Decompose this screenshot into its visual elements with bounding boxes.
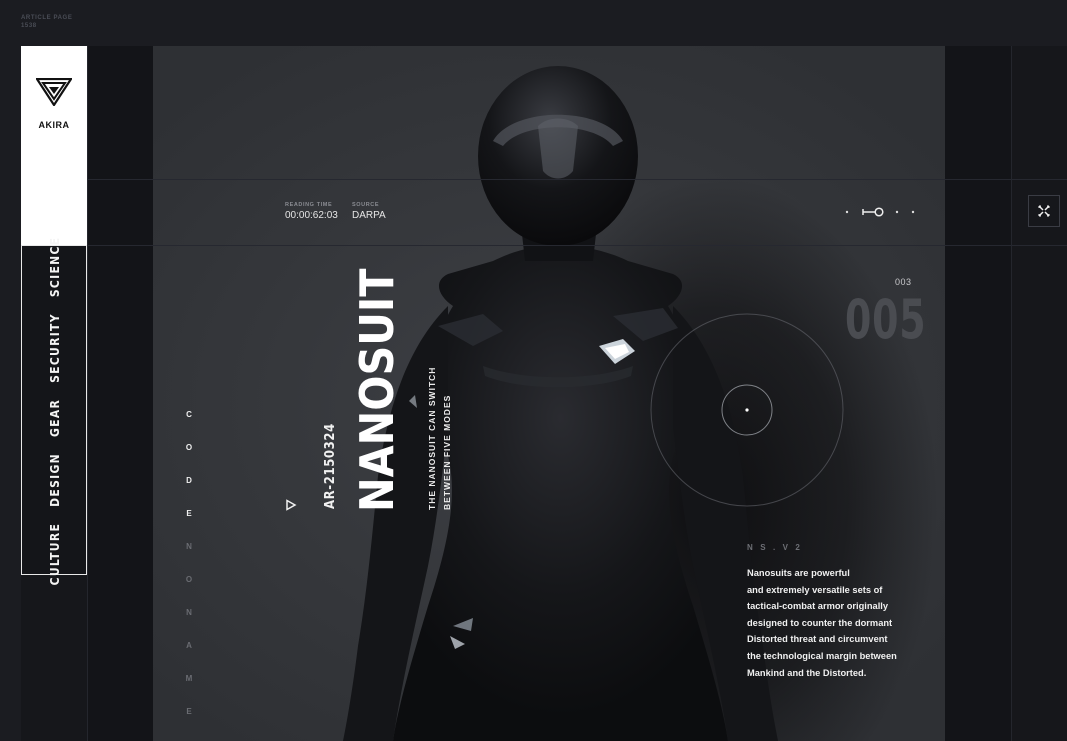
body-section-label: N S . V 2 xyxy=(747,543,803,552)
sidebar-nav: CULTURE DESIGN GEAR SECURITY SCIENCE xyxy=(21,237,87,585)
close-x-icon xyxy=(1038,205,1050,217)
codename-letter: E xyxy=(186,509,192,518)
article-body: Nanosuits are powerful and extremely ver… xyxy=(747,565,937,681)
nav-item-gear[interactable]: GEAR xyxy=(48,399,62,437)
body-line: Mankind and the Distorted. xyxy=(747,667,867,678)
codename-letter: D xyxy=(186,476,192,485)
codename-letter: A xyxy=(186,641,192,650)
codename-letter: M xyxy=(185,674,193,683)
source: SOURCE DARPA xyxy=(352,201,386,223)
codename-vertical: C O D E N O N A M E xyxy=(183,398,195,728)
slide-progress-slider[interactable] xyxy=(844,206,916,218)
source-label: SOURCE xyxy=(352,202,380,208)
codename-letter: N xyxy=(186,608,192,617)
page-caption: ARTICLE PAGE 1538 xyxy=(21,14,72,30)
close-button[interactable] xyxy=(1028,195,1060,227)
body-line: designed to counter the dormant xyxy=(747,617,893,628)
brand-name: AKIRA xyxy=(38,120,70,130)
nav-item-design[interactable]: DESIGN xyxy=(48,453,62,507)
nav-item-security[interactable]: SECURITY xyxy=(48,313,62,383)
page-caption-number: 1538 xyxy=(21,23,37,29)
target-ring-graphic xyxy=(650,313,844,507)
article-subtitle-line: THE NANOSUIT CAN SWITCH xyxy=(427,366,437,510)
reading-time-value: 00:00:62:03 xyxy=(285,210,338,221)
body-line: Nanosuits are powerful xyxy=(747,568,850,578)
brand-logo-block[interactable]: AKIRA xyxy=(21,46,87,245)
article-code: AR-2150324 xyxy=(323,423,338,509)
codename-letter: N xyxy=(186,542,192,551)
nav-item-culture[interactable]: CULTURE xyxy=(48,523,62,586)
grid-line-second xyxy=(87,245,1067,246)
codename-letter: E xyxy=(186,707,192,716)
body-line: tactical-combat armor originally xyxy=(747,601,889,612)
article-title: NANOSUIT xyxy=(350,268,404,513)
sidebar-nav-list: CULTURE DESIGN GEAR SECURITY SCIENCE xyxy=(48,237,62,586)
codename-letter: O xyxy=(185,443,193,452)
reading-time: READING TIME 00:00:62:03 xyxy=(285,201,338,223)
slide-total: 005 xyxy=(845,288,927,351)
page-caption-label: ARTICLE PAGE xyxy=(21,15,73,21)
codename-letter: O xyxy=(185,575,193,584)
body-line: and extremely versatile sets of xyxy=(747,584,883,595)
inverted-triangle-logo-icon xyxy=(36,78,72,106)
body-line: the technological margin between xyxy=(747,650,897,661)
grid-line-left xyxy=(87,46,88,741)
reading-time-label: READING TIME xyxy=(285,202,333,208)
left-column xyxy=(87,46,153,741)
body-line: Distorted threat and circumvent xyxy=(747,634,888,645)
nav-item-science[interactable]: SCIENCE xyxy=(48,237,62,298)
grid-line-right xyxy=(1011,46,1012,741)
right-column xyxy=(945,46,1011,741)
slide-index: 003 xyxy=(895,277,912,287)
grid-line-top xyxy=(87,179,1067,180)
article-subtitle: THE NANOSUIT CAN SWITCH BETWEEN FIVE MOD… xyxy=(425,367,455,510)
source-value: DARPA xyxy=(352,210,386,221)
article-subtitle-line: BETWEEN FIVE MODES xyxy=(442,394,452,510)
codename-letter: C xyxy=(186,410,192,419)
play-icon[interactable] xyxy=(285,499,297,511)
